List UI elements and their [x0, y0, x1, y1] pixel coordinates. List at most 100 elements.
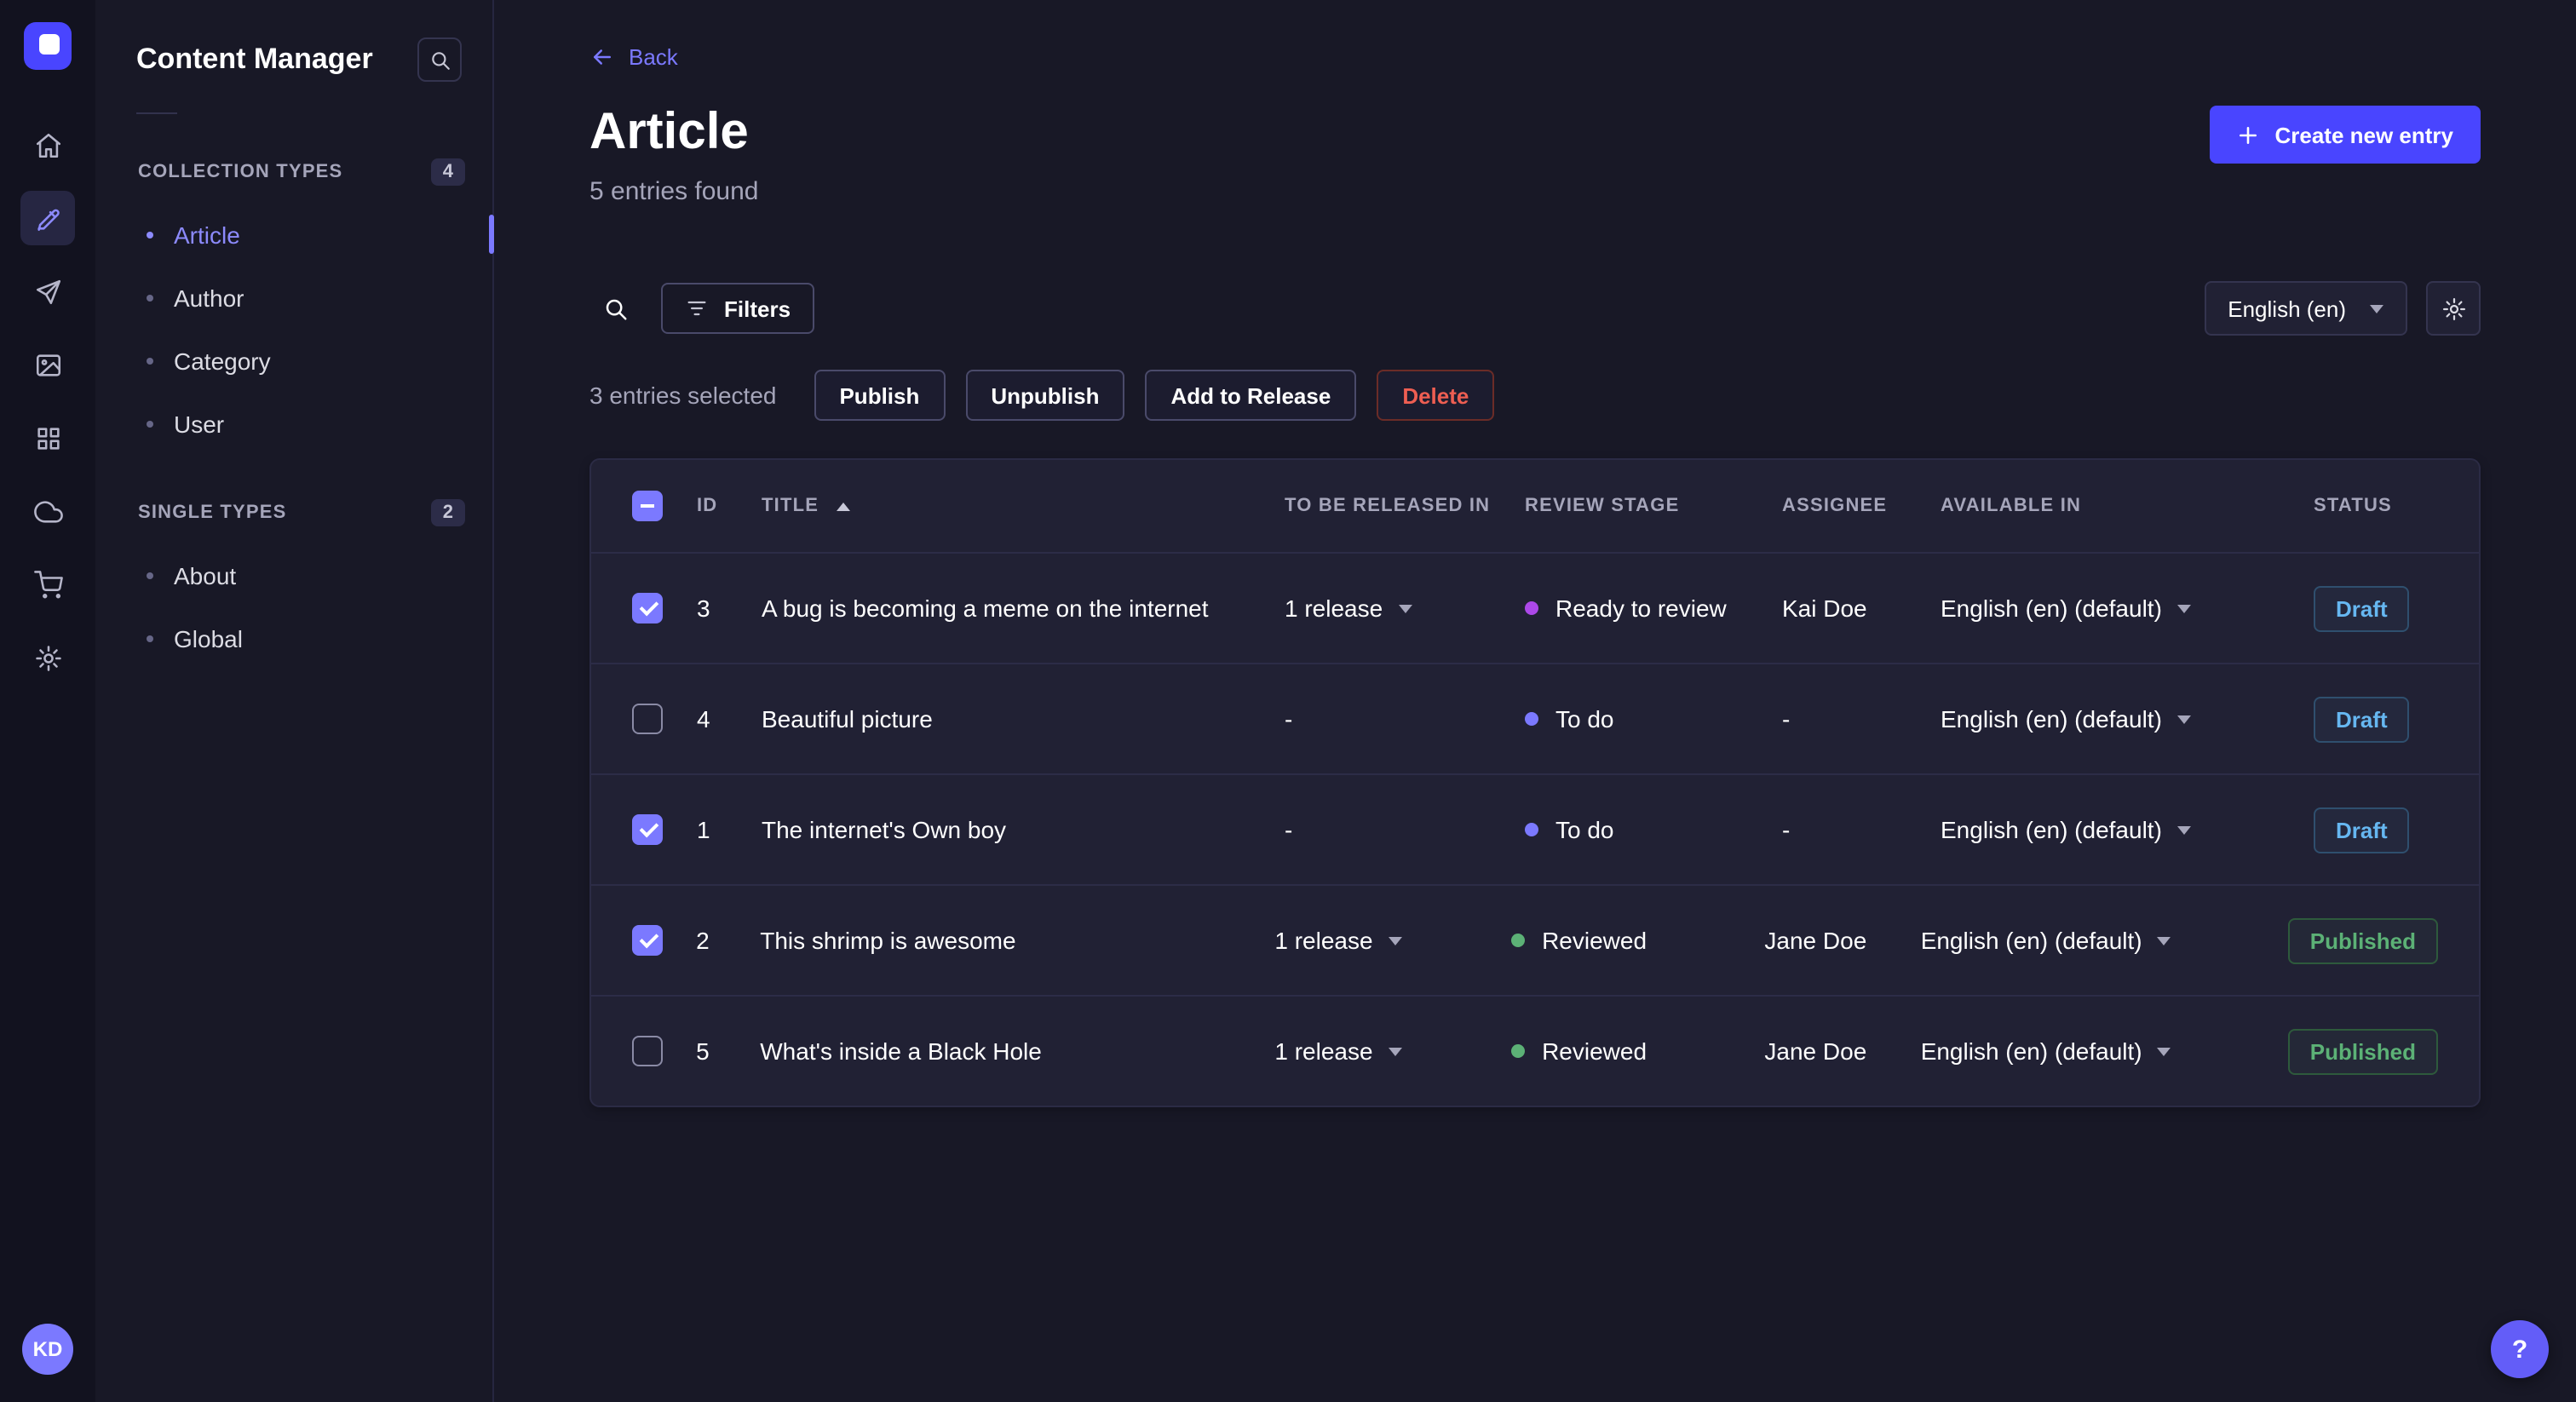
image-icon [35, 353, 60, 376]
review-stage-cell: Reviewed [1511, 1037, 1764, 1065]
assignee-cell: Jane Doe [1764, 1037, 1867, 1065]
marketplace-icon-button[interactable] [20, 557, 75, 612]
avatar[interactable]: KD [22, 1324, 73, 1375]
release-dropdown[interactable]: 1 release [1274, 927, 1511, 954]
sidebar-item-user[interactable]: User [95, 392, 492, 455]
strapi-logo-icon [39, 34, 60, 55]
filters-button[interactable]: Filters [661, 283, 815, 334]
table-row[interactable]: 1 The internet's Own boy - To do - Engli… [591, 773, 2479, 884]
sidebar-item-category[interactable]: Category [95, 329, 492, 392]
row-id: 2 [696, 927, 710, 954]
chevron-down-icon [2176, 825, 2191, 834]
status-badge: Draft [2314, 585, 2410, 631]
table-row[interactable]: 5 What's inside a Black Hole 1 release R… [591, 995, 2479, 1106]
sidebar-search-button[interactable] [417, 37, 462, 82]
release-dropdown[interactable]: 1 release [1285, 595, 1525, 622]
bullet-icon [147, 420, 153, 427]
row-id: 3 [697, 595, 710, 622]
row-checkbox[interactable] [632, 593, 663, 623]
pencil-icon [37, 208, 59, 231]
column-header-assignee: ASSIGNEE [1782, 496, 1888, 516]
sidebar-item-label: Article [174, 221, 240, 248]
paper-plane-icon [35, 279, 60, 304]
available-in-dropdown[interactable]: English (en) (default) [1921, 927, 2288, 954]
available-in-dropdown[interactable]: English (en) (default) [1941, 816, 2314, 843]
publish-button[interactable]: Publish [814, 370, 946, 421]
content-type-builder-icon-button[interactable] [20, 411, 75, 465]
row-id: 1 [697, 816, 710, 843]
add-to-release-button[interactable]: Add to Release [1145, 370, 1357, 421]
back-link[interactable]: Back [589, 44, 678, 70]
selection-count-text: 3 entries selected [589, 382, 777, 409]
shopping-cart-icon [33, 570, 62, 598]
release-dropdown[interactable]: - [1285, 816, 1525, 843]
table-row[interactable]: 4 Beautiful picture - To do - English (e… [591, 663, 2479, 773]
bullet-icon [147, 294, 153, 301]
row-checkbox[interactable] [632, 1036, 663, 1066]
search-icon [431, 51, 449, 69]
sidebar-item-label: Global [174, 624, 243, 652]
sidebar-title: Content Manager [136, 43, 373, 75]
release-dropdown[interactable]: 1 release [1274, 1037, 1511, 1065]
sidebar-item-label: Category [174, 347, 271, 374]
create-new-entry-button[interactable]: Create new entry [2210, 106, 2481, 164]
chevron-down-icon [1388, 1047, 1402, 1055]
review-stage-dot [1511, 1044, 1526, 1058]
locale-select[interactable]: English (en) [2204, 281, 2407, 336]
chevron-down-icon [2176, 604, 2191, 612]
review-stage-dot [1525, 823, 1538, 836]
available-in-dropdown[interactable]: English (en) (default) [1941, 595, 2314, 622]
chevron-down-icon [2370, 304, 2383, 313]
column-header-id[interactable]: ID [697, 496, 762, 516]
content-manager-icon-button[interactable] [20, 191, 75, 245]
column-header-title[interactable]: TITLE [762, 496, 1285, 516]
releases-icon-button[interactable] [20, 264, 75, 319]
select-all-checkbox[interactable] [632, 491, 663, 521]
chevron-down-icon [2157, 936, 2171, 945]
home-icon-button[interactable] [20, 118, 75, 172]
sidebar-item-global[interactable]: Global [95, 606, 492, 669]
app-window: KD Content Manager COLLECTION TYPES 4 Ar… [0, 0, 2576, 1402]
single-types-count-badge: 2 [430, 499, 465, 526]
chevron-down-icon [2157, 1047, 2171, 1055]
status-badge: Draft [2314, 807, 2410, 853]
view-settings-button[interactable] [2426, 281, 2481, 336]
bulk-actions-bar: 3 entries selected Publish Unpublish Add… [589, 370, 2481, 421]
row-checkbox[interactable] [632, 704, 663, 734]
settings-icon-button[interactable] [20, 630, 75, 685]
entries-table: ID TITLE TO BE RELEASED IN REVIEW STAGE … [589, 458, 2481, 1107]
home-icon [35, 132, 60, 158]
row-checkbox[interactable] [632, 814, 663, 845]
row-checkbox[interactable] [632, 925, 663, 956]
media-library-icon-button[interactable] [20, 337, 75, 392]
sidebar-item-author[interactable]: Author [95, 266, 492, 329]
table-row[interactable]: 2 This shrimp is awesome 1 release Revie… [591, 884, 2479, 995]
collection-types-count-badge: 4 [430, 158, 465, 186]
table-row[interactable]: 3 A bug is becoming a meme on the intern… [591, 552, 2479, 663]
unpublish-button[interactable]: Unpublish [965, 370, 1125, 421]
cloud-icon-button[interactable] [20, 484, 75, 538]
available-in-dropdown[interactable]: English (en) (default) [1941, 705, 2314, 733]
question-mark-icon: ? [2511, 1335, 2528, 1364]
row-id: 4 [697, 705, 710, 733]
delete-button[interactable]: Delete [1377, 370, 1495, 421]
sidebar-item-article[interactable]: Article [95, 203, 494, 266]
row-id: 5 [696, 1037, 710, 1065]
sidebar-divider [136, 112, 177, 114]
status-badge: Published [2287, 917, 2438, 963]
review-stage-dot [1525, 601, 1538, 615]
page-title: Article [589, 104, 749, 160]
back-label: Back [629, 44, 678, 70]
sidebar-item-label: User [174, 410, 225, 437]
review-stage-dot [1525, 712, 1538, 726]
search-button[interactable] [589, 283, 641, 334]
available-in-dropdown[interactable]: English (en) (default) [1921, 1037, 2288, 1065]
review-stage-cell: To do [1525, 816, 1782, 843]
strapi-logo[interactable] [24, 22, 72, 70]
release-dropdown[interactable]: - [1285, 705, 1525, 733]
help-button[interactable]: ? [2491, 1320, 2549, 1378]
grid-icon [37, 427, 59, 449]
row-title: This shrimp is awesome [760, 927, 1016, 954]
row-title: The internet's Own boy [762, 816, 1007, 843]
sidebar-item-about[interactable]: About [95, 543, 492, 606]
